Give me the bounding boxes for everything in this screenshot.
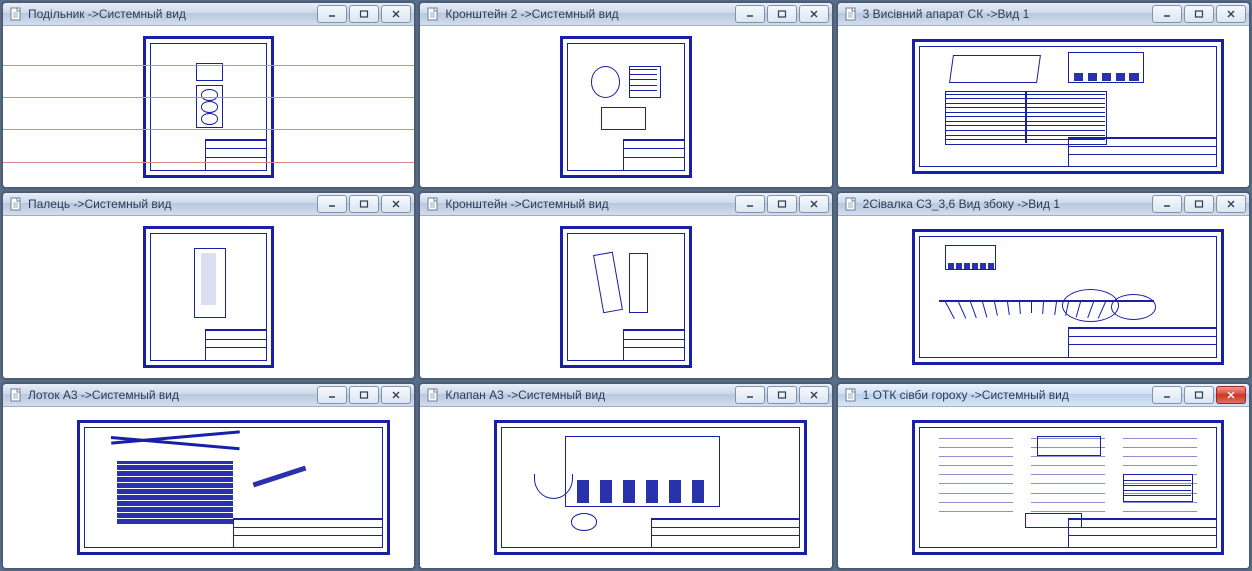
close-button[interactable] — [1216, 386, 1246, 404]
window-buttons — [317, 195, 411, 213]
minimize-button[interactable] — [735, 5, 765, 23]
document-icon — [426, 7, 440, 21]
close-button[interactable] — [799, 195, 829, 213]
document-icon — [426, 197, 440, 211]
minimize-button[interactable] — [317, 195, 347, 213]
close-button[interactable] — [799, 5, 829, 23]
close-button[interactable] — [381, 195, 411, 213]
maximize-button[interactable] — [767, 386, 797, 404]
titlebar[interactable]: Палець ->Системный вид — [3, 193, 414, 216]
window-buttons — [735, 195, 829, 213]
close-button[interactable] — [799, 386, 829, 404]
maximize-button[interactable] — [1184, 386, 1214, 404]
child-window[interactable]: Подільник ->Системный вид — [2, 2, 415, 188]
window-buttons — [1152, 5, 1246, 23]
titlebar[interactable]: 3 Висівний апарат СК ->Вид 1 — [838, 3, 1249, 26]
titlebar[interactable]: Кронштейн ->Системный вид — [420, 193, 831, 216]
window-title: Подільник ->Системный вид — [28, 7, 317, 21]
close-button[interactable] — [381, 386, 411, 404]
window-buttons — [735, 5, 829, 23]
child-window[interactable]: Кронштейн 2 ->Системный вид — [419, 2, 832, 188]
document-icon — [9, 197, 23, 211]
document-icon — [844, 7, 858, 21]
maximize-button[interactable] — [1184, 5, 1214, 23]
minimize-button[interactable] — [317, 5, 347, 23]
window-title: Палець ->Системный вид — [28, 197, 317, 211]
window-buttons — [317, 386, 411, 404]
titlebar[interactable]: Лоток А3 ->Системный вид — [3, 384, 414, 407]
child-window[interactable]: Лоток А3 ->Системный вид — [2, 383, 415, 569]
window-title: Кронштейн ->Системный вид — [445, 197, 734, 211]
titlebar[interactable]: 2Сівалка СЗ_3,6 Вид збоку ->Вид 1 — [838, 193, 1249, 216]
document-icon — [9, 388, 23, 402]
minimize-button[interactable] — [1152, 386, 1182, 404]
titlebar[interactable]: 1 ОТК сівби гороху ->Системный вид — [838, 384, 1249, 407]
child-window[interactable]: Клапан А3 ->Системный вид — [419, 383, 832, 569]
close-button[interactable] — [1216, 5, 1246, 23]
maximize-button[interactable] — [767, 5, 797, 23]
window-buttons — [317, 5, 411, 23]
window-buttons — [1152, 386, 1246, 404]
minimize-button[interactable] — [1152, 5, 1182, 23]
window-buttons — [735, 386, 829, 404]
window-title: 1 ОТК сівби гороху ->Системный вид — [863, 388, 1152, 402]
child-window[interactable]: 2Сівалка СЗ_3,6 Вид збоку ->Вид 1 — [837, 192, 1250, 378]
document-icon — [844, 197, 858, 211]
titlebar[interactable]: Клапан А3 ->Системный вид — [420, 384, 831, 407]
maximize-button[interactable] — [767, 195, 797, 213]
minimize-button[interactable] — [735, 386, 765, 404]
window-title: Лоток А3 ->Системный вид — [28, 388, 317, 402]
window-title: 3 Висівний апарат СК ->Вид 1 — [863, 7, 1152, 21]
child-window[interactable]: Кронштейн ->Системный вид — [419, 192, 832, 378]
titlebar[interactable]: Кронштейн 2 ->Системный вид — [420, 3, 831, 26]
document-icon — [844, 388, 858, 402]
document-icon — [9, 7, 23, 21]
minimize-button[interactable] — [317, 386, 347, 404]
child-window[interactable]: 1 ОТК сівби гороху ->Системный вид — [837, 383, 1250, 569]
maximize-button[interactable] — [1184, 195, 1214, 213]
maximize-button[interactable] — [349, 195, 379, 213]
child-window[interactable]: 3 Висівний апарат СК ->Вид 1 — [837, 2, 1250, 188]
window-buttons — [1152, 195, 1246, 213]
close-button[interactable] — [1216, 195, 1246, 213]
window-title: Клапан А3 ->Системный вид — [445, 388, 734, 402]
close-button[interactable] — [381, 5, 411, 23]
document-icon — [426, 388, 440, 402]
maximize-button[interactable] — [349, 5, 379, 23]
minimize-button[interactable] — [735, 195, 765, 213]
maximize-button[interactable] — [349, 386, 379, 404]
child-window[interactable]: Палець ->Системный вид — [2, 192, 415, 378]
window-title: Кронштейн 2 ->Системный вид — [445, 7, 734, 21]
minimize-button[interactable] — [1152, 195, 1182, 213]
titlebar[interactable]: Подільник ->Системный вид — [3, 3, 414, 26]
window-title: 2Сівалка СЗ_3,6 Вид збоку ->Вид 1 — [863, 197, 1152, 211]
